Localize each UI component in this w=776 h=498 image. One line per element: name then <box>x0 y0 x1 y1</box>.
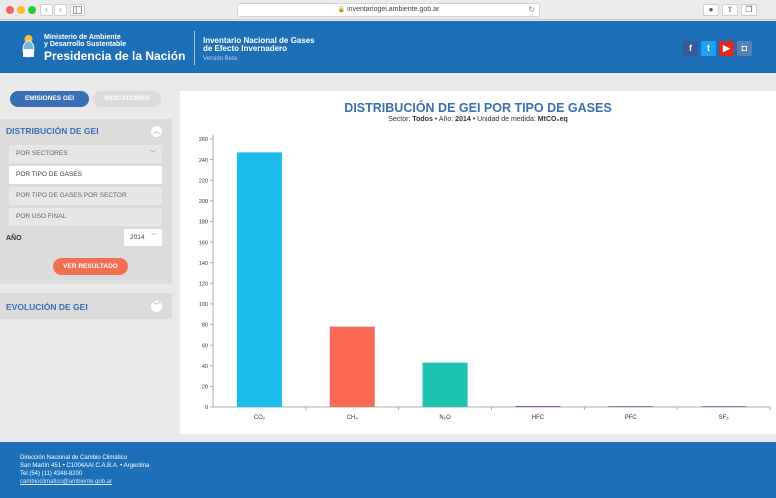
y-tick-label: 160 <box>199 240 208 246</box>
tab-emisiones-gei[interactable]: EMISIONES GEI <box>10 91 89 107</box>
lock-icon: 🔒 <box>337 7 346 13</box>
y-tick-label: 140 <box>199 261 208 267</box>
chart-panel: DISTRIBUCIÓN DE GEI POR TIPO DE GASES Se… <box>180 91 776 434</box>
youtube-icon[interactable]: ▶ <box>719 41 734 56</box>
bar-5 <box>701 406 747 407</box>
x-tick-label: CH₄ <box>347 415 359 421</box>
presidency-title[interactable]: Presidencia de la Nación <box>44 49 185 63</box>
site-header: Ministerio de Ambiente y Desarrollo Sust… <box>0 21 776 73</box>
ver-resultado-button[interactable]: VER RESULTADO <box>53 258 128 275</box>
option-por-uso-final[interactable]: POR USO FINAL <box>9 208 162 226</box>
y-tick-label: 180 <box>199 220 208 226</box>
bar-0 <box>236 152 282 407</box>
zoom-window-button[interactable] <box>28 6 36 14</box>
inventory-title[interactable]: Inventario Nacional de Gases de Efecto I… <box>203 37 315 53</box>
back-button[interactable]: ‹ <box>40 4 53 16</box>
footer-org: Dirección Nacional de Cambio Climático <box>20 455 128 461</box>
y-tick-label: 120 <box>199 282 208 288</box>
sidebar-toggle-icon[interactable] <box>70 4 85 16</box>
bar-2 <box>422 362 468 407</box>
y-tick-label: 60 <box>202 343 208 349</box>
address-bar[interactable]: 🔒 inventariogei.ambiente.gob.ar ↻ <box>237 3 540 17</box>
ministry-name[interactable]: Ministerio de Ambiente y Desarrollo Sust… <box>44 34 126 48</box>
reload-icon[interactable]: ↻ <box>528 4 535 16</box>
y-tick-label: 240 <box>199 158 208 164</box>
x-tick-label: CO₂ <box>254 415 266 421</box>
distribution-section-title[interactable]: DISTRIBUCIÓN DE GEI <box>6 126 99 136</box>
twitter-icon[interactable]: t <box>701 41 716 56</box>
bar-1 <box>329 326 375 407</box>
y-tick-label: 200 <box>199 199 208 205</box>
y-tick-label: 20 <box>202 385 208 391</box>
forward-button[interactable]: › <box>54 4 67 16</box>
site-footer: Dirección Nacional de Cambio Climático S… <box>0 442 776 498</box>
footer-address: San Martín 451 • C1004AAI C.A.B.A. • Arg… <box>20 463 150 469</box>
browser-toolbar: ‹ › 🔒 inventariogei.ambiente.gob.ar ↻ ● ⇧… <box>0 0 776 20</box>
bar-chart: 0 20 40 60 80 100 120 140 160 180 200 220 240 260 CO₂ C… <box>199 135 771 421</box>
share-icon[interactable]: ⇧ <box>722 4 738 16</box>
bar-3 <box>515 405 561 407</box>
coat-of-arms-icon <box>22 35 35 58</box>
x-tick-label: PFC <box>625 415 638 421</box>
option-por-tipo-de-gases-por-sector[interactable]: POR TIPO DE GASES POR SECTOR <box>9 187 162 205</box>
chevron-up-icon[interactable]: ︿ <box>151 126 162 137</box>
distribution-panel: DISTRIBUCIÓN DE GEI ︿ POR SECTORES ﹀ POR… <box>0 119 172 284</box>
y-tick-label: 80 <box>202 323 208 329</box>
minimize-window-button[interactable] <box>17 6 25 14</box>
tab-indicadores[interactable]: INDICADORES <box>93 91 161 107</box>
year-label: AÑO <box>6 235 22 242</box>
year-select[interactable]: 2014 ﹀ <box>124 229 162 246</box>
x-tick-label: HFC <box>532 415 545 421</box>
chevron-down-icon: ﹀ <box>150 234 157 240</box>
y-tick-label: 40 <box>202 364 208 370</box>
bar-4 <box>608 406 654 407</box>
y-tick-label: 100 <box>199 302 208 308</box>
version-label: Versión Beta <box>203 56 238 62</box>
option-por-tipo-de-gases[interactable]: POR TIPO DE GASES <box>9 166 162 184</box>
option-por-sectores[interactable]: POR SECTORES ﹀ <box>9 145 162 163</box>
footer-email-link[interactable]: cambioclimatico@ambiente.gob.ar <box>20 479 112 486</box>
evolution-panel[interactable]: EVOLUCIÓN DE GEI ﹀ <box>0 293 172 319</box>
url-text: inventariogei.ambiente.gob.ar <box>347 6 440 13</box>
facebook-icon[interactable]: f <box>683 41 698 56</box>
x-tick-label: SF₆ <box>719 415 730 421</box>
close-window-button[interactable] <box>6 6 14 14</box>
instagram-icon[interactable]: ◘ <box>737 41 752 56</box>
x-tick-label: N₂O <box>439 415 451 421</box>
chevron-down-icon: ﹀ <box>149 151 156 157</box>
sidebar: EMISIONES GEI INDICADORES DISTRIBUCIÓN D… <box>0 73 172 445</box>
y-tick-label: 0 <box>205 405 208 411</box>
download-icon[interactable]: ● <box>703 4 719 16</box>
footer-phone: Tel (54) (11) 4348-8200 <box>20 471 83 477</box>
y-tick-label: 220 <box>199 178 208 184</box>
evolution-section-title[interactable]: EVOLUCIÓN DE GEI <box>6 302 88 312</box>
tabs-icon[interactable]: ❐ <box>741 4 757 16</box>
chevron-down-icon[interactable]: ﹀ <box>151 301 162 312</box>
header-divider <box>194 31 195 65</box>
y-tick-label: 260 <box>199 137 208 143</box>
